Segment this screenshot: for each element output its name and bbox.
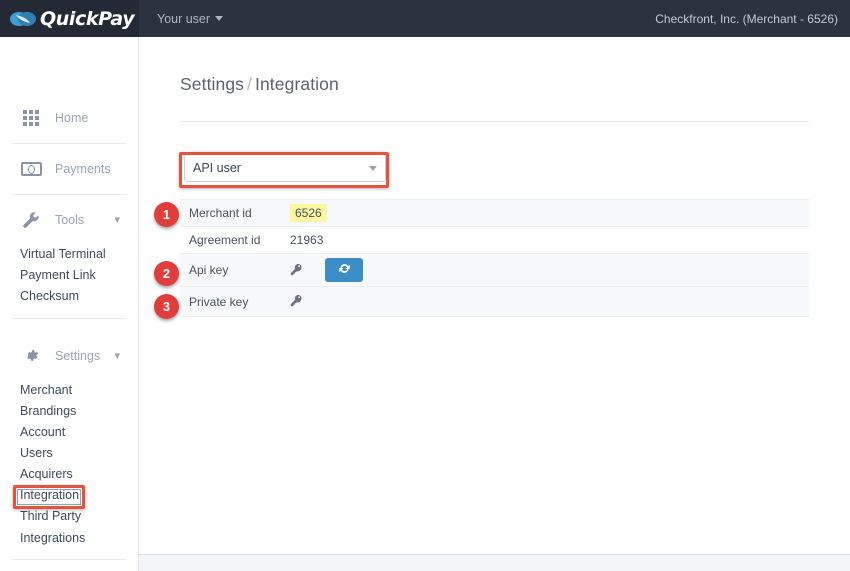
refresh-icon <box>338 262 351 278</box>
sidebar-item-payments[interactable]: Payments <box>0 146 138 192</box>
sidebar-item-acquirers[interactable]: Acquirers <box>0 463 138 484</box>
row-value-merchant-id: 6526 <box>290 204 327 222</box>
sidebar-item-payments-label: Payments <box>55 162 111 176</box>
top-bar: QuickPay Your user Checkfront, Inc. (Mer… <box>0 0 850 37</box>
brand-name: QuickPay <box>40 7 135 30</box>
integration-table: Merchant id 6526 Agreement id 21963 Api … <box>180 199 809 317</box>
sidebar-divider-4 <box>12 559 126 560</box>
sidebar-item-users[interactable]: Users <box>0 442 138 463</box>
sidebar-divider-3 <box>12 318 126 319</box>
sidebar-item-account[interactable]: Account <box>0 421 138 442</box>
row-label-private-key: Private key <box>189 294 249 309</box>
sidebar-item-brandings[interactable]: Brandings <box>0 400 138 421</box>
content-card: Settings / Integration API user Merchant i… <box>139 37 850 555</box>
sidebar-item-checksum[interactable]: Checksum <box>0 285 138 306</box>
table-row: Merchant id 6526 <box>180 199 809 226</box>
table-row: Private key <box>180 286 809 317</box>
breadcrumb: Settings / Integration <box>180 74 339 95</box>
key-icon[interactable] <box>290 294 303 309</box>
row-value-agreement-id: 21963 <box>290 233 324 247</box>
main-content: Settings / Integration API user Merchant i… <box>139 37 850 571</box>
sidebar-item-payment-link[interactable]: Payment Link <box>0 264 138 285</box>
annotation-badge-1: 1 <box>154 202 179 227</box>
grid-icon <box>20 107 42 129</box>
api-user-select[interactable]: API user <box>184 154 386 182</box>
regenerate-api-key-button[interactable] <box>325 258 363 282</box>
sidebar-divider-2 <box>12 194 126 195</box>
chevron-down-icon <box>215 16 224 21</box>
chevron-down-icon[interactable]: ▾ <box>114 214 120 226</box>
user-menu[interactable]: Your user <box>157 11 224 26</box>
sidebar-item-integrations[interactable]: Integrations <box>0 527 138 549</box>
chevron-down-icon[interactable]: ▾ <box>114 350 120 362</box>
sidebar-item-merchant[interactable]: Merchant <box>0 379 138 400</box>
sidebar: Home Payments Tools ▾ Virtual Terminal P… <box>0 37 139 571</box>
caret-down-icon <box>369 165 377 171</box>
key-icon[interactable] <box>290 263 303 278</box>
banknote-icon <box>20 158 42 180</box>
row-label-agreement-id: Agreement id <box>189 233 261 247</box>
content-divider <box>180 121 809 122</box>
wrench-icon <box>20 209 42 231</box>
row-label-merchant-id: Merchant id <box>189 206 252 220</box>
sidebar-item-home-label: Home <box>55 111 89 125</box>
sidebar-divider-1 <box>12 143 126 144</box>
user-menu-label: Your user <box>157 11 211 26</box>
brand-logo[interactable]: QuickPay <box>0 0 139 37</box>
breadcrumb-current: Integration <box>255 74 339 94</box>
sidebar-item-tools[interactable]: Tools ▾ <box>0 197 138 243</box>
annotation-badge-2: 2 <box>154 261 179 286</box>
quickpay-swirl-logo-icon <box>10 9 36 29</box>
annotation-badge-3: 3 <box>154 294 179 319</box>
sidebar-item-virtual-terminal[interactable]: Virtual Terminal <box>0 243 138 264</box>
row-label-api-key: Api key <box>189 263 229 277</box>
account-label: Checkfront, Inc. (Merchant - 6526) <box>655 11 838 26</box>
sidebar-item-third-party[interactable]: Third Party <box>0 505 138 527</box>
sidebar-item-integration[interactable]: Integration <box>0 484 138 505</box>
table-row: Agreement id 21963 <box>180 226 809 253</box>
sidebar-item-settings-label: Settings <box>55 349 101 363</box>
table-row: Api key <box>180 253 809 286</box>
gear-icon <box>20 345 42 367</box>
sidebar-item-home[interactable]: Home <box>0 95 138 141</box>
sidebar-item-tools-label: Tools <box>55 213 85 227</box>
breadcrumb-separator: / <box>247 74 253 94</box>
sidebar-item-settings[interactable]: Settings ▾ <box>0 333 138 379</box>
breadcrumb-root[interactable]: Settings <box>180 74 244 94</box>
api-user-select-value: API user <box>193 161 241 175</box>
